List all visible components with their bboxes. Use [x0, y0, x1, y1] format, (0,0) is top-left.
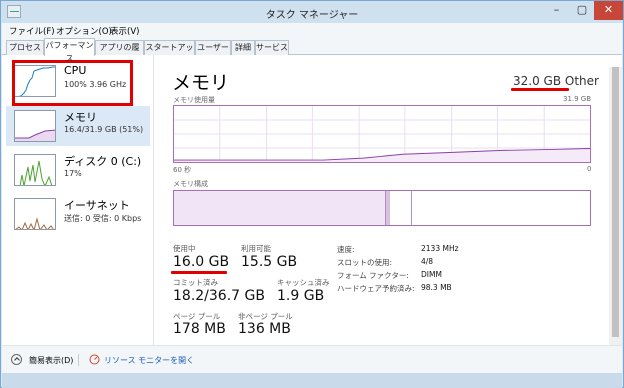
maximize-button[interactable]: ▢ [570, 1, 594, 20]
hardware-reserved-label: ハードウェア予約済み: [337, 284, 415, 293]
time-axis-left: 60 秒 [173, 166, 192, 174]
memory-total: 32.0 GB Other [513, 74, 599, 88]
tab-users[interactable]: ユーザー [195, 40, 231, 55]
resource-sidebar: CPU 100% 3.96 GHz メモリ 16.4/31.9 GB (51%)… [2, 55, 154, 345]
sidebar-item-label: ディスク 0 (C:) [64, 155, 142, 168]
nonpaged-pool-value: 136 MB [238, 321, 291, 337]
taskbar-strip [2, 373, 622, 388]
tab-startup[interactable]: スタートアップ [144, 40, 195, 65]
form-factor-value: DIMM [421, 270, 442, 279]
tab-app-history[interactable]: アプリの履歴 [95, 40, 144, 65]
slots-value: 4/8 [421, 257, 434, 266]
sidebar-item-sublabel: 送信: 0 受信: 0 Kbps [64, 214, 142, 223]
cpu-highlight-box [12, 60, 133, 106]
committed-value: 18.2/36.7 GB [173, 288, 265, 304]
composition-label: メモリ構成 [173, 180, 208, 188]
sidebar-item-sublabel: 17% [64, 169, 82, 178]
menu-file[interactable]: ファイル(F) [9, 25, 55, 37]
tab-processes[interactable]: プロセス [6, 40, 44, 55]
usage-graph-label: メモリ使用量 [173, 96, 215, 104]
minimize-button[interactable]: – [543, 1, 570, 20]
in-use-value: 16.0 GB [173, 254, 230, 270]
open-resource-monitor-link[interactable]: リソース モニターを開く [104, 355, 194, 366]
in-use-underline [171, 271, 227, 274]
time-axis-right: 0 [587, 165, 592, 173]
total-underline [511, 88, 569, 91]
available-label: 利用可能 [241, 244, 271, 253]
menu-options[interactable]: オプション(O) [56, 25, 112, 37]
sidebar-item-ethernet[interactable]: イーサネット 送信: 0 受信: 0 Kbps [6, 194, 150, 234]
menu-bar: ファイル(F) オプション(O) 表示(V) [2, 23, 622, 38]
sidebar-item-label: メモリ [64, 111, 97, 124]
composition-in-use [174, 191, 386, 225]
paged-pool-value: 178 MB [173, 321, 226, 337]
page-title: メモリ [172, 72, 230, 94]
usage-max-label: 31.9 GB [563, 95, 592, 103]
close-button[interactable]: ✕ [594, 1, 623, 20]
title-bar: タスク マネージャー – ▢ ✕ [1, 1, 623, 23]
fewer-details-link[interactable]: 簡易表示(D) [29, 355, 73, 366]
in-use-label: 使用中 [173, 244, 196, 253]
slots-label: スロットの使用: [337, 258, 393, 267]
memory-detail: メモリ 32.0 GB Other メモリ使用量 31.9 GB 60 秒 0 … [159, 55, 609, 345]
speed-label: 速度: [337, 245, 355, 254]
chevron-up-icon[interactable] [11, 354, 22, 365]
disk-thumbnail-graph [14, 154, 56, 186]
resource-monitor-icon [89, 354, 100, 365]
window-title: タスク マネージャー [265, 10, 359, 21]
memory-usage-graph [173, 105, 591, 163]
ethernet-thumbnail-graph [14, 198, 56, 230]
committed-label: コミット済み [173, 278, 218, 287]
tab-details[interactable]: 詳細 [231, 40, 255, 55]
sidebar-item-disk[interactable]: ディスク 0 (C:) 17% [6, 150, 150, 190]
performance-panel: CPU 100% 3.96 GHz メモリ 16.4/31.9 GB (51%)… [2, 55, 622, 345]
task-manager-window: タスク マネージャー – ▢ ✕ ファイル(F) オプション(O) 表示(V) … [0, 0, 624, 388]
composition-standby [390, 191, 412, 225]
memory-thumbnail-graph [14, 110, 56, 142]
cached-label: キャッシュ済み [277, 278, 330, 287]
sidebar-item-label: イーサネット [64, 199, 130, 212]
sidebar-item-sublabel: 16.4/31.9 GB (51%) [64, 125, 144, 134]
form-factor-label: フォーム ファクター: [337, 271, 409, 280]
memory-composition-bar [173, 190, 591, 226]
scrollbar-thumb[interactable] [612, 67, 619, 337]
menu-view[interactable]: 表示(V) [110, 25, 139, 37]
footer-divider [78, 354, 79, 366]
tab-services[interactable]: サービス [255, 40, 289, 55]
available-value: 15.5 GB [241, 254, 298, 270]
cached-value: 1.9 GB [277, 288, 325, 304]
sidebar-item-memory[interactable]: メモリ 16.4/31.9 GB (51%) [6, 106, 150, 146]
vertical-scrollbar[interactable] [609, 67, 622, 345]
tab-performance[interactable]: パフォーマンス [44, 38, 95, 63]
tab-bar: プロセス パフォーマンス アプリの履歴 スタートアップ ユーザー 詳細 サービス [2, 38, 622, 65]
footer-bar: 簡易表示(D) リソース モニターを開く [2, 345, 622, 373]
speed-value: 2133 MHz [421, 244, 459, 253]
hardware-reserved-value: 98.3 MB [421, 283, 452, 292]
